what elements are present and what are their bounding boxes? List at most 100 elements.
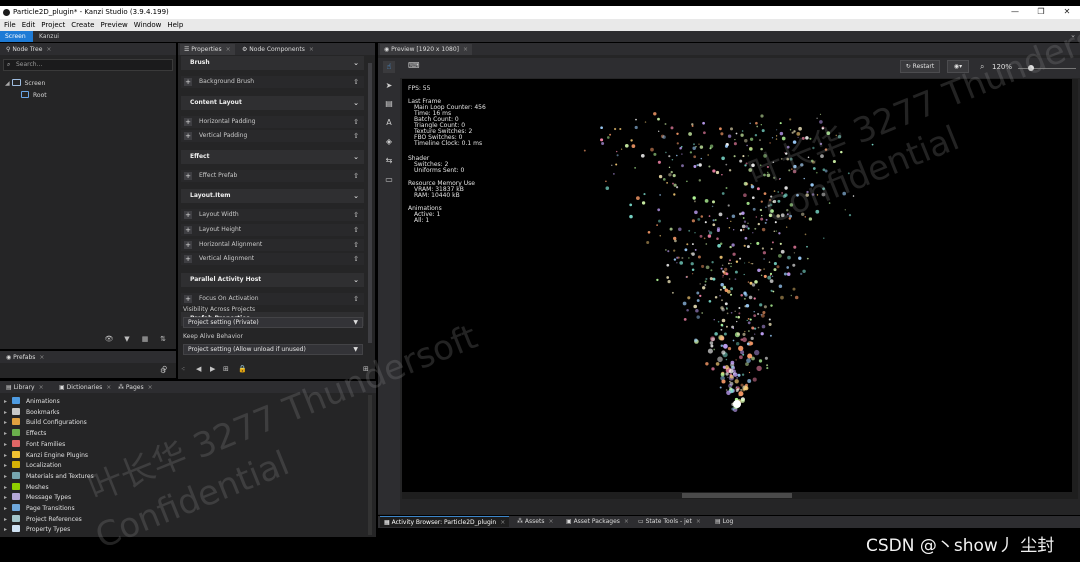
expand-arrow-icon[interactable]: ▸ <box>4 472 12 482</box>
property-row[interactable]: + Focus On Activation ⇧ <box>181 292 364 305</box>
properties-scrollbar[interactable] <box>368 63 372 343</box>
menu-file[interactable]: File <box>0 19 19 31</box>
add-icon[interactable]: + <box>184 255 192 264</box>
pin-icon[interactable]: ⇧ <box>352 226 360 234</box>
library-item[interactable]: ▸ Kanzi Engine Plugins <box>4 450 88 461</box>
property-row[interactable]: + Vertical Alignment ⇧ <box>181 253 364 266</box>
close-icon[interactable]: × <box>309 46 314 53</box>
tab-asset-packages[interactable]: ▣ Asset Packages × <box>562 516 633 527</box>
expand-arrow-icon[interactable]: ▸ <box>4 429 12 439</box>
workspace-tab-kanzui[interactable]: Kanzui <box>34 31 64 42</box>
workspace-tab-screen[interactable]: Screen <box>0 31 33 42</box>
collapse-icon[interactable]: ⁖ <box>181 365 185 373</box>
pin-icon[interactable]: ⇧ <box>352 132 360 140</box>
property-section-header[interactable]: Parallel Activity Host ⌄ <box>181 272 364 287</box>
expand-arrow-icon[interactable]: ▸ <box>4 525 12 535</box>
visibility-select[interactable]: Project setting (Private) ▼ <box>183 317 363 328</box>
tab-node-tree[interactable]: ⚲ Node Tree × <box>2 44 55 55</box>
library-item[interactable]: ▸ Localization <box>4 461 62 471</box>
property-section-header[interactable]: Brush ⌄ <box>181 56 364 70</box>
chevron-down-icon[interactable]: ⌄ <box>353 56 359 70</box>
filter-icon[interactable]: ▼ <box>118 335 136 343</box>
library-item[interactable]: ▸ Property Types <box>4 525 70 535</box>
preview-hscrollbar[interactable] <box>402 492 1072 499</box>
expand-arrow-icon[interactable]: ▸ <box>4 493 12 503</box>
library-item[interactable]: ▸ Build Configurations <box>4 418 87 428</box>
chevron-down-icon[interactable]: ⌄ <box>1070 31 1076 39</box>
close-icon[interactable]: × <box>548 518 553 525</box>
eye-icon[interactable]: 👁 <box>100 335 118 343</box>
add-icon[interactable]: + <box>184 226 192 234</box>
chevron-down-icon[interactable]: ⌄ <box>353 96 359 110</box>
tab-assets[interactable]: ⁂ Assets × <box>513 516 557 527</box>
tab-pages[interactable]: ⁂ Pages × <box>114 382 157 393</box>
property-row[interactable]: + Vertical Padding ⇧ <box>181 130 364 143</box>
layers-icon[interactable]: ◈ <box>383 136 395 148</box>
expand-arrow-icon[interactable]: ▸ <box>4 483 12 493</box>
pin-icon[interactable]: ⇧ <box>352 295 360 303</box>
library-item[interactable]: ▸ Animations <box>4 397 60 407</box>
minimize-button[interactable]: — <box>1002 6 1028 19</box>
preview-vscrollbar[interactable] <box>1072 79 1078 499</box>
close-icon[interactable]: × <box>148 384 153 391</box>
property-row[interactable]: + Effect Prefab ⇧ <box>181 169 364 182</box>
tab-node-components[interactable]: ⚙ Node Components × <box>238 44 318 55</box>
menu-window[interactable]: Window <box>131 19 165 31</box>
property-section-header[interactable]: Content Layout ⌄ <box>181 95 364 110</box>
expand-arrow-icon[interactable]: ▸ <box>4 397 12 407</box>
tree-item-screen[interactable]: ◢ Screen <box>5 78 45 89</box>
library-item[interactable]: ▸ Page Transitions <box>4 504 75 514</box>
add-property-icon[interactable]: ⊞ <box>363 365 369 373</box>
tab-log[interactable]: ▤ Log <box>711 516 737 527</box>
interact-icon[interactable]: ☝ <box>383 61 395 73</box>
expand-arrow-icon[interactable]: ▸ <box>4 461 12 471</box>
tab-activity-browser[interactable]: ▦ Activity Browser: Particle2D_plugin × <box>380 516 510 527</box>
library-item[interactable]: ▸ Message Types <box>4 493 71 503</box>
expand-arrow-icon[interactable]: ◢ <box>5 80 10 87</box>
zoom-slider-thumb[interactable] <box>1028 65 1034 71</box>
close-icon[interactable]: × <box>624 518 629 525</box>
library-item[interactable]: ▸ Project References <box>4 514 82 525</box>
pin-icon[interactable]: ⇧ <box>352 241 360 249</box>
expand-arrow-icon[interactable]: ▸ <box>4 451 12 461</box>
pin-icon[interactable]: ⇧ <box>352 255 360 263</box>
library-item[interactable]: ▸ Meshes <box>4 482 49 493</box>
property-row[interactable]: + Layout Height ⇧ <box>181 224 364 236</box>
device-icon[interactable]: ▭ <box>383 174 395 186</box>
property-row[interactable]: + Background Brush ⇧ <box>181 76 364 88</box>
menu-create[interactable]: Create <box>68 19 97 31</box>
close-icon[interactable]: × <box>39 354 44 361</box>
tree-item-root[interactable]: Root <box>21 90 47 101</box>
zoom-slider[interactable] <box>1018 65 1076 71</box>
library-item[interactable]: ▸ Font Families <box>4 439 65 450</box>
back-icon[interactable]: ◀ <box>196 365 201 373</box>
maximize-button[interactable]: ❐ <box>1028 6 1054 19</box>
link-icon[interactable]: ⊞ <box>223 365 229 373</box>
library-item[interactable]: ▸ Effects <box>4 429 46 439</box>
property-section-header[interactable]: Effect ⌄ <box>181 149 364 164</box>
tab-preview[interactable]: ◉ Preview [1920 x 1080] × <box>380 44 473 55</box>
scroll-thumb[interactable] <box>682 493 792 498</box>
tab-prefabs[interactable]: ◉ Prefabs × <box>2 352 48 363</box>
forward-icon[interactable]: ▶ <box>210 365 215 373</box>
chevron-down-icon[interactable]: ⌄ <box>353 273 359 287</box>
layout-icon[interactable]: ▤ <box>383 98 395 110</box>
add-icon[interactable]: + <box>184 211 192 220</box>
add-icon[interactable]: + <box>184 171 192 180</box>
property-row[interactable]: + Horizontal Padding ⇧ <box>181 115 364 128</box>
tab-library[interactable]: ▤ Library × <box>2 382 48 393</box>
close-icon[interactable]: × <box>696 518 701 525</box>
grid-icon[interactable]: ▦ <box>136 335 154 343</box>
search-input[interactable]: ⌕ Search... <box>3 59 173 71</box>
chevron-down-icon[interactable]: ⌄ <box>353 189 359 203</box>
keep-alive-select[interactable]: Project setting (Allow unload if unused)… <box>183 344 363 355</box>
close-icon[interactable]: × <box>39 384 44 391</box>
library-item[interactable]: ▸ Materials and Textures <box>4 471 94 482</box>
property-row[interactable]: + Horizontal Alignment ⇧ <box>181 238 364 251</box>
pin-icon[interactable]: ⇧ <box>352 211 360 219</box>
restart-button[interactable]: ↻ Restart <box>900 60 940 73</box>
visibility-toggle[interactable]: ◉▾ <box>947 60 969 73</box>
expand-arrow-icon[interactable]: ▸ <box>4 515 12 525</box>
add-icon[interactable]: + <box>184 240 192 249</box>
lock-icon[interactable]: 🔒 <box>238 365 247 373</box>
